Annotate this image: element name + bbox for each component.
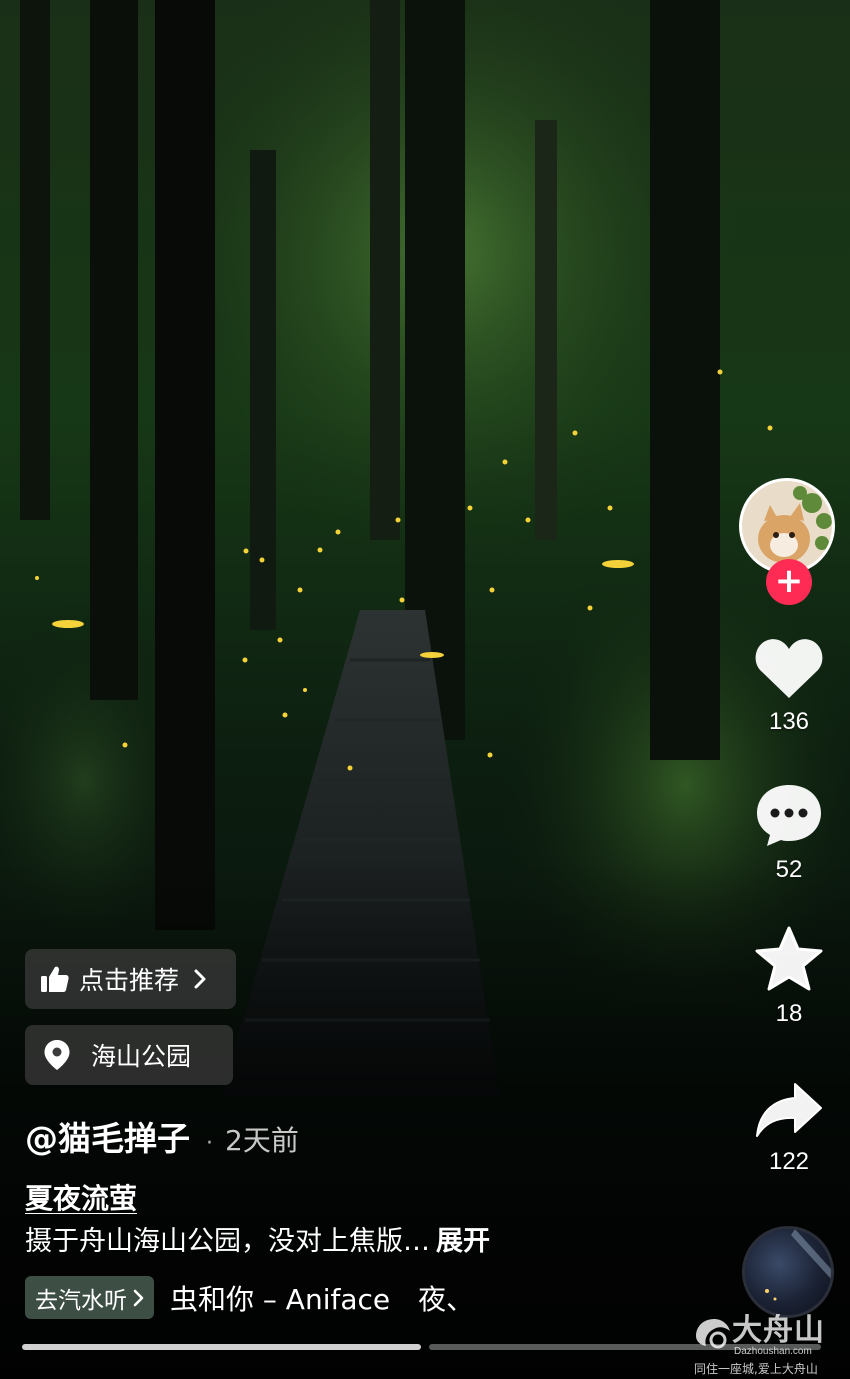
recommend-chip[interactable]: 点击推荐 — [25, 949, 236, 1009]
watermark-domain: Dazhoushan.com — [734, 1346, 812, 1357]
chevron-right-icon — [194, 969, 206, 989]
favorite-count: 18 — [775, 1000, 803, 1027]
heart-icon — [755, 639, 823, 698]
share-count: 122 — [768, 1148, 810, 1175]
author-line: @猫毛掸子 · 2天前 — [25, 1112, 299, 1160]
follow-button[interactable]: + — [766, 559, 812, 605]
watermark-slogan: 同住一座城,爱上大舟山 — [694, 1362, 818, 1376]
post-time: 2天前 — [225, 1124, 299, 1157]
like-action[interactable]: 136 — [737, 636, 841, 736]
comment-count: 52 — [775, 856, 803, 883]
watermark-logo-text: 大舟山 — [732, 1313, 825, 1348]
music-track[interactable]: 虫和你 – Aniface 夜、 — [170, 1278, 474, 1318]
video-title[interactable]: 夏夜流萤 — [25, 1177, 137, 1217]
cat-avatar-image — [742, 481, 832, 571]
thumbs-up-icon — [41, 966, 69, 992]
comment-action[interactable]: 52 — [737, 782, 841, 884]
location-chip[interactable]: 海山公园 — [25, 1025, 233, 1085]
favorite-action[interactable]: 18 — [737, 926, 841, 1028]
progress-segment-current[interactable] — [22, 1344, 421, 1350]
music-row: 去汽水听 虫和你 – Aniface 夜、 — [25, 1276, 474, 1319]
chevron-right-icon — [133, 1289, 144, 1306]
comment-icon — [757, 785, 821, 846]
description-text: 摄于舟山海山公园，没对上焦版… — [25, 1226, 430, 1257]
recommend-label: 点击推荐 — [79, 966, 180, 995]
video-description: 摄于舟山海山公园，没对上焦版… 展开 — [25, 1219, 490, 1258]
expand-button[interactable]: 展开 — [436, 1226, 490, 1257]
share-arrow-icon — [756, 1083, 822, 1137]
listen-in-qishui-button[interactable]: 去汽水听 — [25, 1276, 154, 1319]
music-link-label: 去汽水听 — [35, 1287, 127, 1314]
location-label: 海山公园 — [91, 1042, 192, 1071]
music-disc[interactable] — [742, 1226, 834, 1318]
share-action[interactable]: 122 — [737, 1082, 841, 1176]
star-icon — [755, 926, 823, 991]
location-pin-icon — [44, 1040, 70, 1070]
music-cover-image — [765, 1229, 831, 1301]
like-count: 136 — [768, 708, 810, 735]
separator-dot: · — [206, 1131, 213, 1156]
watermark: 大舟山 Dazhoushan.com 同住一座城,爱上大舟山 — [692, 1313, 842, 1377]
watermark-logo-mark — [696, 1319, 730, 1349]
video-feed-screen: + 136 52 18 122 点击推荐 海山公园 @猫毛掸子 · 2天前 夏夜… — [0, 0, 850, 1379]
author-name[interactable]: @猫毛掸子 — [25, 1112, 190, 1160]
